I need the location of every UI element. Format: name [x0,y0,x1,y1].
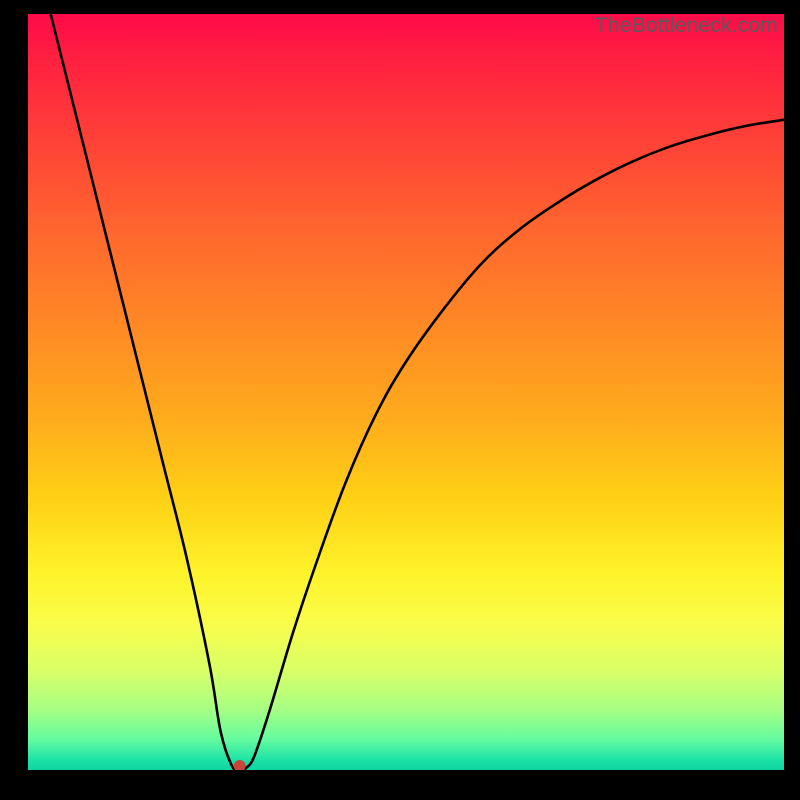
optimum-marker [234,760,246,770]
curve-layer [28,14,784,770]
chart-frame: TheBottleneck.com [0,0,800,800]
bottleneck-curve-path [51,14,784,770]
plot-area: TheBottleneck.com [28,14,784,770]
